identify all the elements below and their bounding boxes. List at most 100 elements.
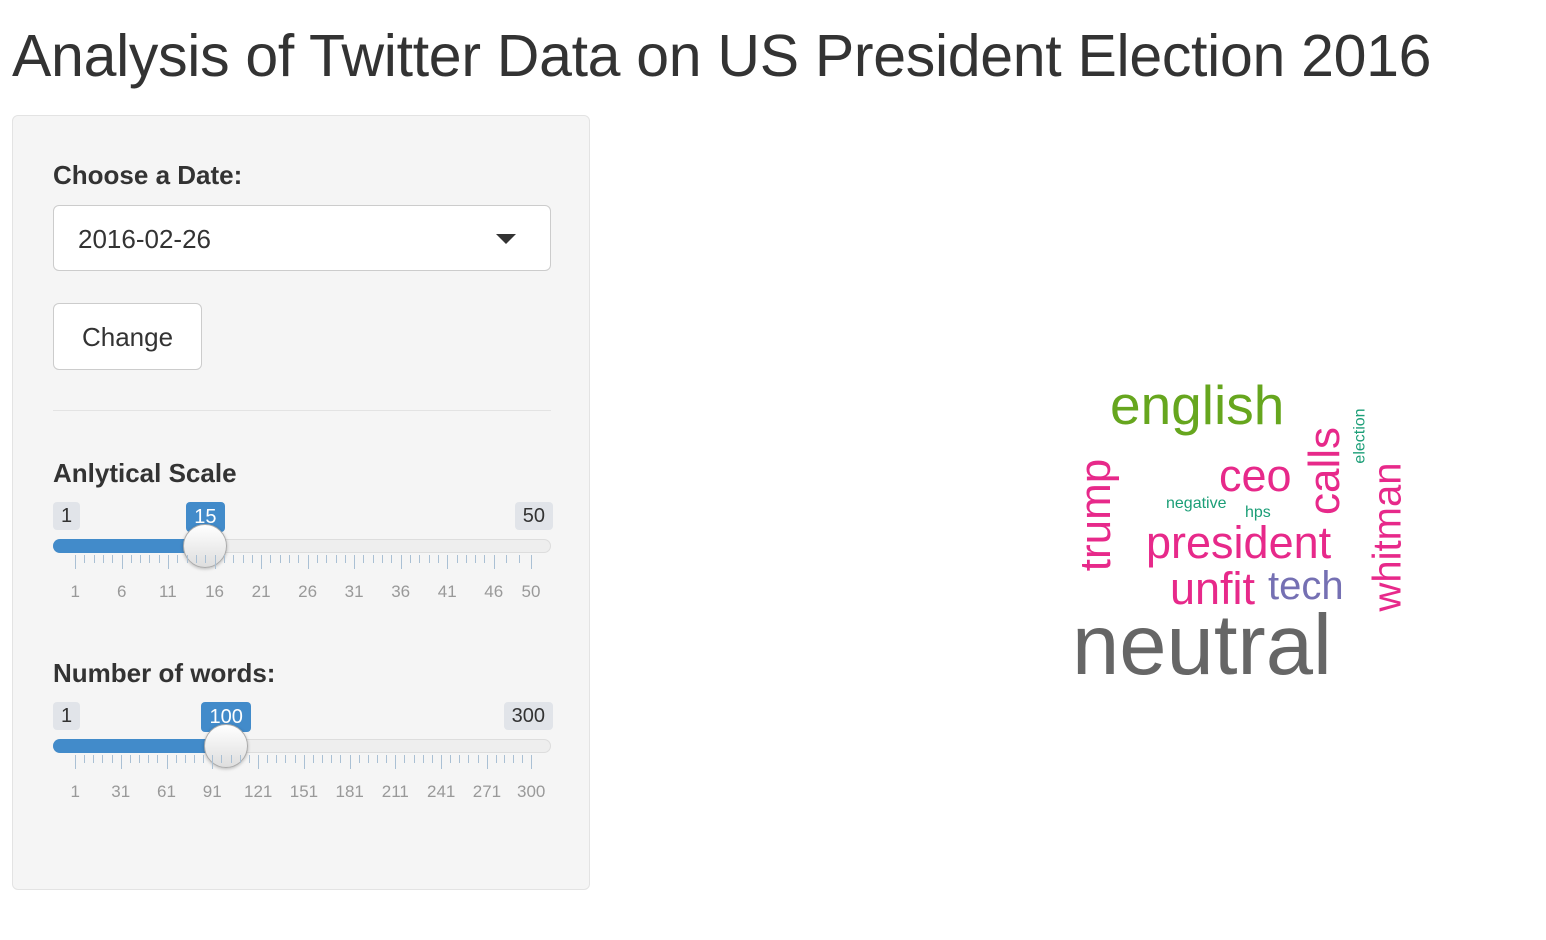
scale-slider-minor-tick <box>475 555 477 563</box>
words-slider-min: 1 <box>53 702 81 730</box>
scale-slider-minor-tick <box>186 555 188 563</box>
words-slider-label: Number of words: <box>53 658 276 688</box>
word-cloud-word: tech <box>1268 564 1344 608</box>
scale-slider-minor-tick <box>205 555 207 563</box>
word-cloud-word: whitman <box>1364 462 1409 612</box>
words-slider-handle[interactable] <box>203 724 248 768</box>
words-slider-minor-tick <box>413 755 415 763</box>
scale-slider-minor-tick <box>93 555 95 563</box>
words-slider-minor-tick <box>184 755 186 763</box>
words-slider-tick-label: 1 <box>70 782 80 801</box>
scale-slider-minor-tick <box>84 555 86 563</box>
words-slider-minor-tick <box>230 755 232 763</box>
page-title: Analysis of Twitter Data on US President… <box>12 23 1432 89</box>
words-slider-minor-tick <box>386 755 388 763</box>
words-slider-minor-tick <box>294 755 296 763</box>
change-button[interactable]: Change <box>53 303 202 370</box>
scale-slider-major-tick <box>354 555 356 569</box>
word-cloud-word: ceo <box>1219 450 1292 501</box>
scale-slider-minor-tick <box>335 555 337 563</box>
words-slider-minor-tick <box>358 755 360 763</box>
word-cloud-word: president <box>1146 517 1332 568</box>
words-slider-tick-label: 31 <box>111 782 131 801</box>
scale-slider-minor-tick <box>391 555 393 563</box>
date-select[interactable]: 2016-02-26 <box>53 205 551 271</box>
scale-slider-minor-tick <box>326 555 328 563</box>
words-slider-major-tick <box>531 755 532 769</box>
words-slider-minor-tick <box>513 755 515 763</box>
scale-slider-minor-tick <box>102 555 104 563</box>
words-slider-tick-label: 121 <box>244 782 273 801</box>
scale-slider-tick-label: 46 <box>484 582 504 601</box>
scale-slider-minor-tick <box>149 555 151 563</box>
words-slider-minor-tick <box>148 755 150 763</box>
words-slider-minor-tick <box>404 755 406 763</box>
scale-slider-min: 1 <box>53 502 81 530</box>
scale-slider-minor-tick <box>223 555 225 563</box>
scale-slider-tick-label: 16 <box>205 582 224 601</box>
words-slider-minor-tick <box>129 755 131 763</box>
words-slider-minor-tick <box>477 755 479 763</box>
scale-slider-minor-tick <box>242 555 244 563</box>
scale-slider-tick-label: 1 <box>70 582 80 601</box>
word-cloud-word: trump <box>1071 458 1121 572</box>
words-slider-major-tick <box>303 755 305 769</box>
words-slider-fill <box>53 739 226 753</box>
words-slider-minor-tick <box>93 755 95 763</box>
words-slider-minor-tick <box>102 755 104 763</box>
chevron-down-icon <box>496 234 516 244</box>
scale-slider[interactable]: 1 50 15 1 6 11 16 21 26 31 36 41 46 50 <box>53 502 553 642</box>
words-slider-major-tick <box>441 755 443 769</box>
words-slider-minor-tick <box>203 755 205 763</box>
scale-slider-tick-label: 36 <box>391 582 411 601</box>
scale-slider-minor-tick <box>140 555 142 563</box>
word-cloud-word: calls <box>1300 426 1350 516</box>
words-slider-major-tick <box>486 755 488 769</box>
scale-slider-minor-tick <box>363 555 365 563</box>
scale-slider-minor-tick <box>372 555 374 563</box>
words-slider-minor-tick <box>331 755 333 763</box>
words-slider-minor-tick <box>459 755 461 763</box>
scale-slider-minor-tick <box>270 555 272 563</box>
words-slider-tick-label: 181 <box>335 782 364 801</box>
scale-slider-tick-label: 26 <box>298 582 318 601</box>
words-slider-minor-tick <box>422 755 424 763</box>
words-slider-minor-tick <box>340 755 342 763</box>
word-cloud-word: unfit <box>1170 563 1256 614</box>
scale-slider-major-tick <box>214 555 216 569</box>
divider <box>53 410 551 411</box>
words-slider[interactable]: 1 300 100 1 31 61 91 121 151 181 211 241 271 300 <box>53 702 553 842</box>
scale-slider-major-tick <box>121 555 123 569</box>
words-slider-minor-tick <box>322 755 324 763</box>
words-slider-major-tick <box>212 755 214 769</box>
words-slider-minor-tick <box>221 755 223 763</box>
scale-slider-minor-tick <box>251 555 253 563</box>
words-slider-tick-label: 91 <box>202 782 222 801</box>
words-slider-major-tick <box>120 755 122 769</box>
scale-slider-minor-tick <box>289 555 291 563</box>
date-select-value: 2016-02-26 <box>78 224 211 254</box>
scale-slider-minor-tick <box>465 555 467 563</box>
words-slider-minor-tick <box>312 755 314 763</box>
words-slider-minor-tick <box>175 755 177 763</box>
words-slider-max: 300 <box>503 702 553 730</box>
words-slider-minor-tick <box>376 755 378 763</box>
words-slider-minor-tick <box>450 755 452 763</box>
scale-slider-major-tick <box>307 555 309 569</box>
words-slider-tick-label: 271 <box>472 782 502 801</box>
words-slider-minor-tick <box>367 755 369 763</box>
words-slider-tick-label: 241 <box>427 782 456 801</box>
scale-slider-major-tick <box>531 555 532 569</box>
words-slider-major-tick <box>166 755 168 769</box>
scale-slider-tick-label: 31 <box>344 582 364 601</box>
scale-slider-minor-tick <box>506 555 508 563</box>
word-cloud-word: hps <box>1245 504 1271 521</box>
words-slider-tick-label: 211 <box>381 782 409 801</box>
words-slider-minor-tick <box>84 755 86 763</box>
words-slider-minor-tick <box>193 755 195 763</box>
scale-slider-minor-tick <box>233 555 235 563</box>
scale-slider-minor-tick <box>419 555 421 563</box>
scale-slider-minor-tick <box>484 555 486 563</box>
words-slider-minor-tick <box>157 755 159 763</box>
scale-slider-minor-tick <box>177 555 179 563</box>
